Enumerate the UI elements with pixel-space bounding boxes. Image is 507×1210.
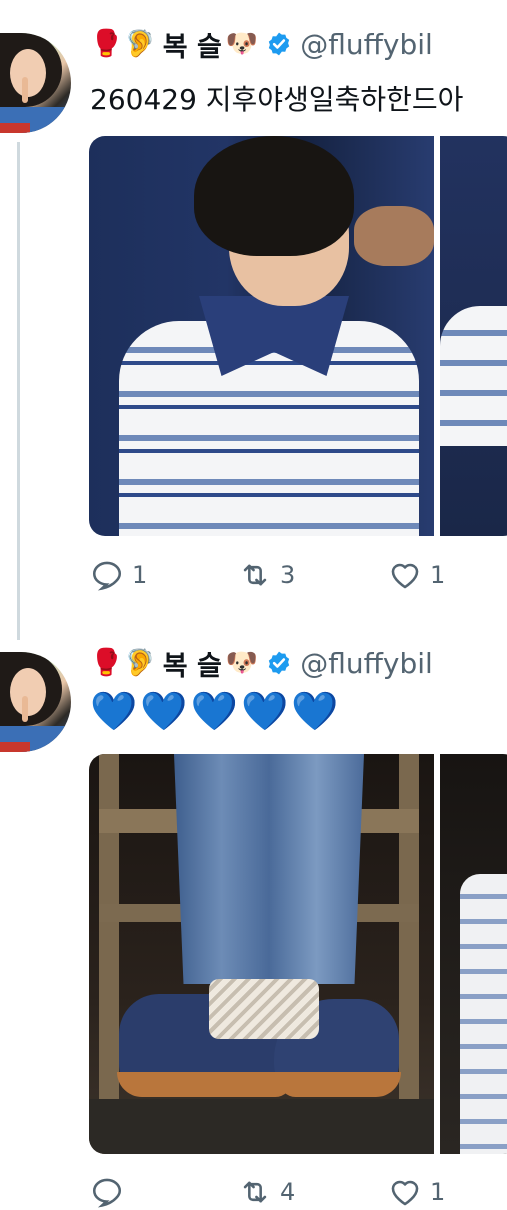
- tweet-media[interactable]: [89, 136, 507, 536]
- blue-heart-emoji: 💙: [90, 689, 138, 733]
- user-handle[interactable]: @fluffybil: [300, 647, 433, 680]
- user-handle[interactable]: @fluffybil: [300, 28, 433, 61]
- dog-face-emoji: 🐶: [225, 648, 259, 678]
- retweet-arrows-icon: [243, 564, 267, 586]
- avatar[interactable]: [0, 33, 71, 133]
- blue-heart-emoji: 💙: [190, 689, 238, 733]
- photo-boy-striped-polo[interactable]: [89, 136, 435, 536]
- blue-heart-emoji: 💙: [240, 689, 289, 733]
- verified-badge-icon: [269, 651, 290, 675]
- reply-button[interactable]: [90, 1175, 238, 1209]
- photo-secondary[interactable]: [440, 754, 507, 1154]
- dog-face-emoji: 🐶: [225, 29, 259, 59]
- like-count: 1: [430, 1178, 446, 1206]
- tweet-actions: 1 3 1: [90, 557, 490, 593]
- photo-secondary[interactable]: [440, 136, 507, 536]
- like-button[interactable]: 1: [388, 558, 445, 592]
- reply-button[interactable]: 1: [90, 558, 238, 592]
- retweet-button[interactable]: 3: [238, 558, 388, 592]
- speech-bubble-icon: [92, 561, 122, 591]
- avatar[interactable]: [0, 652, 71, 752]
- ear-hearing-aid-emoji: 🦻: [124, 648, 157, 678]
- like-count: 1: [430, 561, 446, 589]
- tweet-media[interactable]: [89, 754, 507, 1154]
- tweet-header: 🥊 🦻 복 슬 🐶 @fluffybil: [90, 24, 433, 64]
- boxing-glove-emoji: 🥊: [90, 648, 123, 678]
- retweet-button[interactable]: 4: [238, 1175, 388, 1209]
- blue-heart-emoji: 💙: [140, 689, 188, 733]
- retweet-arrows-icon: [243, 1181, 267, 1203]
- display-name[interactable]: 복 슬: [163, 644, 222, 683]
- ear-hearing-aid-emoji: 🦻: [124, 29, 157, 59]
- tweet-header: 🥊 🦻 복 슬 🐶 @fluffybil: [90, 643, 433, 683]
- reply-count: 1: [132, 561, 148, 589]
- like-button[interactable]: 1: [388, 1175, 445, 1209]
- retweet-count: 3: [280, 561, 296, 589]
- thread-connector-line: [17, 142, 20, 640]
- blue-heart-emoji: 💙: [291, 689, 339, 733]
- tweet-text: 260429 지후야생일축하한드아: [90, 83, 464, 116]
- display-name[interactable]: 복 슬: [163, 25, 222, 64]
- speech-bubble-icon: [92, 1178, 122, 1208]
- tweet-actions: 4 1: [90, 1174, 490, 1210]
- verified-badge-icon: [269, 32, 290, 56]
- photo-crossed-legs-sneakers[interactable]: [89, 754, 435, 1154]
- heart-outline-icon: [391, 563, 419, 589]
- retweet-count: 4: [280, 1178, 296, 1206]
- heart-outline-icon: [391, 1180, 419, 1206]
- boxing-glove-emoji: 🥊: [90, 29, 123, 59]
- tweet-text: 💙 💙 💙 💙 💙: [90, 692, 339, 730]
